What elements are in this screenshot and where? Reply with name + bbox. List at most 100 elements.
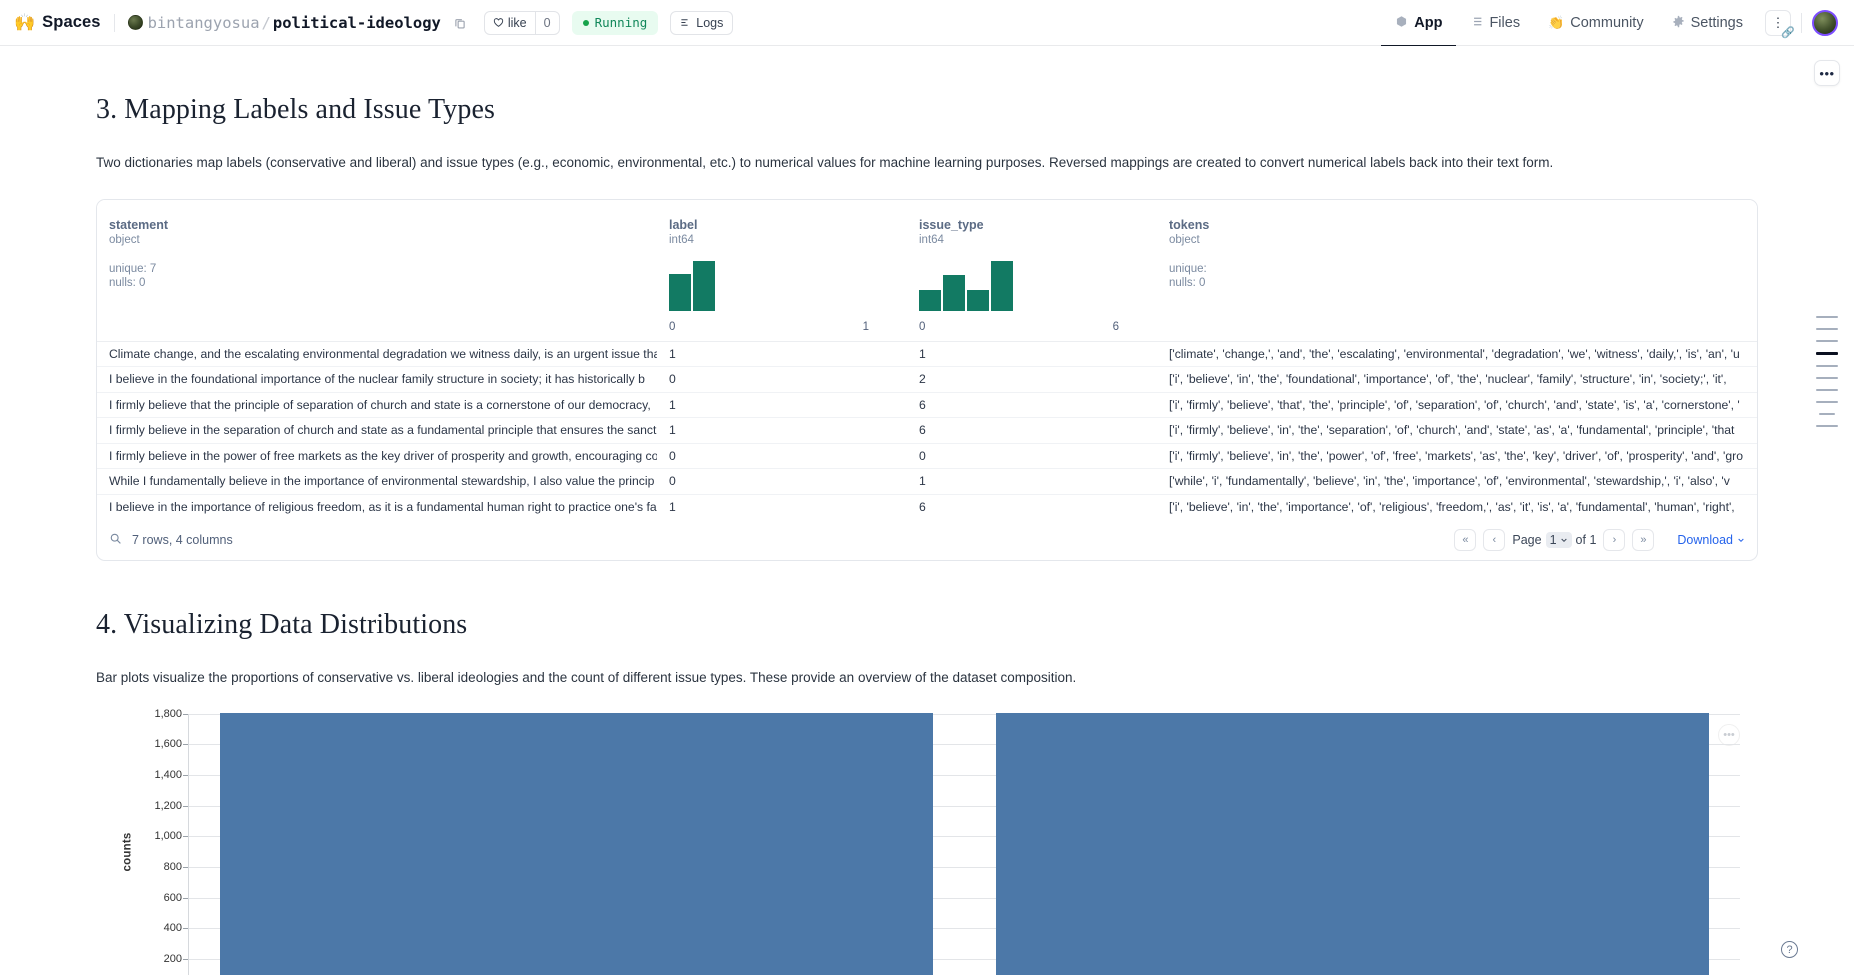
path-slash: /	[261, 13, 271, 32]
cell-issue-type: 6	[919, 423, 926, 438]
cell-label: 1	[669, 500, 676, 515]
minimap-mark[interactable]	[1816, 377, 1838, 379]
cell-label: 1	[669, 397, 676, 412]
minimap-mark[interactable]	[1816, 401, 1838, 403]
page-more-button[interactable]: •••	[1814, 60, 1840, 86]
cell-issue-type: 0	[919, 448, 926, 463]
like-segment[interactable]: like	[485, 12, 535, 34]
header-more-button[interactable]: ⋮ 🔗	[1765, 9, 1795, 39]
minimap-mark[interactable]	[1816, 365, 1838, 367]
clap-icon: 👏	[1548, 14, 1565, 30]
prev-page-button[interactable]: ‹	[1483, 529, 1506, 552]
y-axis-tick: 400	[163, 922, 189, 935]
header-divider-2	[1801, 12, 1802, 33]
tab-files-label: Files	[1489, 14, 1521, 31]
column-header-tokens[interactable]: tokens object unique: nulls: 0	[1157, 200, 1757, 341]
column-name: issue_type	[919, 217, 984, 232]
minimap-mark[interactable]	[1816, 425, 1838, 427]
tab-app-label: App	[1414, 14, 1443, 31]
column-header-label[interactable]: label int64 0 1	[657, 200, 907, 341]
column-dtype: object	[109, 233, 140, 246]
y-axis-tick: 1,600	[154, 738, 188, 751]
spaces-link[interactable]: Spaces	[42, 13, 100, 32]
avatar[interactable]	[1812, 9, 1838, 36]
link-icon: 🔗	[1781, 26, 1795, 39]
minimap-mark[interactable]	[1816, 340, 1838, 342]
table-row[interactable]: While I fundamentally believe in the imp…	[97, 469, 1757, 495]
y-axis-tick: 1,000	[154, 830, 188, 843]
section-3-heading: 3. Mapping Labels and Issue Types	[96, 94, 495, 125]
table-row[interactable]: I believe in the importance of religious…	[97, 495, 1757, 521]
cell-tokens: ['climate', 'change,', 'and', 'the', 'es…	[1169, 346, 1740, 361]
table-row-count: 7 rows, 4 columns	[132, 533, 233, 548]
first-page-button[interactable]: «	[1454, 529, 1477, 552]
logs-button[interactable]: Logs	[670, 10, 734, 35]
search-icon[interactable]	[109, 532, 122, 548]
histogram-bar	[991, 260, 1013, 311]
section-4-paragraph: Bar plots visualize the proportions of c…	[96, 670, 1077, 686]
column-header-issue-type[interactable]: issue_type int64 0 6	[907, 200, 1157, 341]
cell-issue-type: 6	[919, 500, 926, 515]
table-pagination: « ‹ Page 1 of 1 › » Download	[1454, 529, 1745, 552]
column-dtype: int64	[919, 233, 944, 246]
table-row[interactable]: Climate change, and the escalating envir…	[97, 342, 1757, 368]
page-total: of 1	[1575, 533, 1597, 548]
cell-issue-type: 1	[919, 474, 926, 489]
like-count: 0	[534, 11, 559, 34]
table-header-row: statement object unique: 7 nulls: 0 labe…	[97, 199, 1757, 342]
next-page-button[interactable]: ›	[1603, 529, 1626, 552]
y-axis-tick: 1,200	[154, 799, 188, 812]
table-row[interactable]: I firmly believe that the principle of s…	[97, 393, 1757, 419]
cell-issue-type: 2	[919, 372, 926, 387]
like-button[interactable]: like 0	[483, 10, 560, 35]
minimap-mark[interactable]	[1819, 413, 1835, 415]
table-footer: 7 rows, 4 columns « ‹ Page 1 of 1 › » Do…	[97, 520, 1757, 560]
y-axis-tick: 200	[163, 952, 189, 965]
histogram-bar	[693, 260, 715, 311]
chart-panel	[188, 712, 1740, 975]
status-badge[interactable]: Running	[571, 10, 659, 35]
repo-title[interactable]: political-ideology	[273, 14, 441, 32]
cell-tokens: ['i', 'firmly', 'believe', 'that', 'the'…	[1169, 397, 1740, 412]
page-minimap[interactable]	[1808, 316, 1846, 427]
header-left: 🙌 Spaces bintangyosua / political-ideolo…	[14, 10, 1381, 35]
tab-community[interactable]: 👏 Community	[1534, 1, 1658, 47]
minimap-mark[interactable]	[1816, 316, 1838, 318]
column-histogram-label	[669, 260, 715, 311]
minimap-mark[interactable]	[1816, 328, 1838, 330]
cell-statement: I firmly believe in the separation of ch…	[109, 423, 657, 438]
table-row[interactable]: I believe in the foundational importance…	[97, 367, 1757, 393]
last-page-button[interactable]: »	[1632, 529, 1655, 552]
cell-issue-type: 6	[919, 397, 926, 412]
page-body: ••• 3. Mapping Labels and Issue Types Tw…	[0, 46, 1854, 975]
table-row[interactable]: I firmly believe in the power of free ma…	[97, 444, 1757, 470]
cell-statement: I believe in the foundational importance…	[109, 372, 645, 387]
files-icon	[1470, 15, 1483, 31]
page-word: Page	[1512, 533, 1542, 548]
minimap-mark[interactable]	[1816, 352, 1838, 355]
help-button[interactable]: ?	[1781, 941, 1798, 958]
tab-files[interactable]: Files	[1456, 1, 1534, 47]
column-header-statement[interactable]: statement object unique: 7 nulls: 0	[97, 200, 657, 341]
bar-cell	[189, 712, 965, 975]
page-select[interactable]: 1	[1545, 532, 1572, 549]
logs-icon	[681, 19, 688, 26]
cell-issue-type: 1	[919, 346, 926, 361]
column-histogram-issue-type	[919, 260, 1013, 311]
gear-icon	[1672, 15, 1685, 31]
histogram-bar	[967, 289, 989, 311]
cell-tokens: ['i', 'firmly', 'believe', 'in', 'the', …	[1169, 448, 1743, 463]
cell-label: 1	[669, 346, 676, 361]
table-row[interactable]: I firmly believe in the separation of ch…	[97, 418, 1757, 444]
download-button[interactable]: Download	[1677, 533, 1745, 547]
org-link[interactable]: bintangyosua	[148, 14, 260, 32]
minimap-mark[interactable]	[1816, 389, 1838, 391]
copy-icon[interactable]	[450, 13, 470, 33]
cell-tokens: ['i', 'firmly', 'believe', 'in', 'the', …	[1169, 423, 1735, 438]
chart-bar[interactable]	[220, 712, 934, 975]
tab-app[interactable]: App	[1381, 1, 1457, 47]
chevron-down-icon	[1737, 533, 1745, 547]
column-dtype: object	[1169, 233, 1200, 246]
tab-settings[interactable]: Settings	[1658, 1, 1757, 47]
chart-bar[interactable]	[995, 712, 1709, 975]
